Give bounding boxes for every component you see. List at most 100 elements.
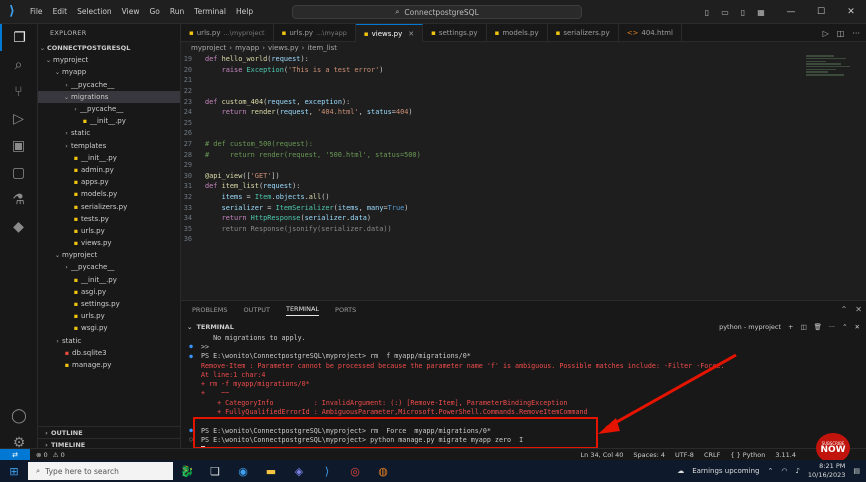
editor-tab[interactable]: ▪ models.py [487, 24, 548, 42]
menu-item-edit[interactable]: Edit [53, 7, 68, 16]
testing-icon[interactable]: ⚗ [0, 186, 37, 213]
menu-item-terminal[interactable]: Terminal [194, 7, 226, 16]
editor-tab[interactable]: ▪ settings.py [423, 24, 487, 42]
panel-tab-problems[interactable]: PROBLEMS [192, 306, 227, 314]
tree-item[interactable]: › __pycache__ [38, 261, 180, 273]
editor-tab[interactable]: ▪ serializers.py [548, 24, 619, 42]
language-mode[interactable]: { } Python [730, 451, 765, 459]
problems-indicator[interactable]: ⊗ 0 ⚠ 0 [36, 451, 65, 459]
tree-item[interactable]: ⌄ myproject [38, 249, 180, 261]
maximize-button[interactable]: ☐ [806, 7, 836, 17]
maximize-panel-icon[interactable]: ⌃ [841, 305, 848, 314]
tree-item[interactable]: ▪ wsgi.py [38, 322, 180, 334]
tree-item[interactable]: ⌄ myproject [38, 54, 180, 66]
tree-item[interactable]: › static [38, 335, 180, 347]
customize-layout-icon[interactable]: ▦ [752, 8, 770, 17]
menu-item-file[interactable]: File [30, 7, 43, 16]
chrome-icon[interactable]: ◎ [341, 460, 369, 482]
taskbar-search[interactable]: ⌕ Type here to search [28, 462, 173, 480]
clock[interactable]: 8:21 PM 10/16/2023 [808, 462, 845, 480]
tree-item[interactable]: ▪ db.sqlite3 [38, 347, 180, 359]
tree-item[interactable]: ▪ urls.py [38, 225, 180, 237]
python-version[interactable]: 3.11.4 [775, 451, 796, 459]
tree-item[interactable]: ▪ settings.py [38, 298, 180, 310]
tree-item[interactable]: ⌄ migrations [38, 90, 180, 103]
run-debug-icon[interactable]: ▷ [0, 105, 37, 132]
explorer-icon[interactable]: ❐ [0, 24, 37, 51]
tree-item[interactable]: ▪ serializers.py [38, 200, 180, 212]
tree-item[interactable]: ▪ views.py [38, 237, 180, 249]
run-python-file-icon[interactable]: ▷ [823, 29, 829, 38]
tree-item[interactable]: ▪ manage.py [38, 359, 180, 371]
tree-item[interactable]: ▪ models.py [38, 188, 180, 200]
panel-tab-output[interactable]: OUTPUT [243, 306, 270, 314]
minimize-button[interactable]: — [776, 7, 806, 17]
close-window-button[interactable]: ✕ [836, 7, 866, 17]
panel-tab-terminal[interactable]: TERMINAL [285, 305, 320, 316]
tree-item[interactable]: ▪ __init__.py [38, 115, 180, 127]
source-control-icon[interactable]: ⑂ [0, 78, 37, 105]
close-tab-icon[interactable]: ✕ [408, 30, 414, 38]
maximize-icon[interactable]: ⌃ [842, 323, 847, 331]
outline-section[interactable]: › OUTLINE [38, 426, 180, 438]
app-icon[interactable]: ◍ [369, 460, 397, 482]
toggle-secondary-sidebar-icon[interactable]: ▯ [734, 8, 752, 17]
panel-tab-ports[interactable]: PORTS [335, 306, 356, 314]
tray-chevron-icon[interactable]: ⌃ [767, 467, 773, 475]
code-editor[interactable]: 19 def hello_world(request): 20 raise Exce… [181, 54, 801, 299]
tree-item[interactable]: ⌄ myapp [38, 66, 180, 78]
close-panel-icon[interactable]: ✕ [855, 305, 862, 314]
tree-item[interactable]: ▪ admin.py [38, 164, 180, 176]
split-editor-icon[interactable]: ◫ [837, 29, 845, 38]
teams-icon[interactable]: ◈ [285, 460, 313, 482]
remote-explorer-icon[interactable]: ▢ [0, 159, 37, 186]
minimap[interactable] [806, 54, 856, 88]
tree-item[interactable]: ▪ __init__.py [38, 274, 180, 286]
more-actions-icon[interactable]: ··· [852, 29, 860, 38]
menu-item-run[interactable]: Run [170, 7, 184, 16]
tree-item[interactable]: › static [38, 127, 180, 139]
docker-icon[interactable]: ◆ [0, 213, 37, 240]
task-view-icon[interactable]: ❏ [201, 460, 229, 482]
tree-item[interactable]: ▪ apps.py [38, 176, 180, 188]
close-icon[interactable]: ✕ [855, 323, 860, 331]
menu-item-view[interactable]: View [122, 7, 140, 16]
wifi-icon[interactable]: ◠ [781, 467, 787, 475]
menu-item-help[interactable]: Help [236, 7, 253, 16]
chevron-down-icon[interactable]: ⌄ [187, 323, 192, 331]
command-center[interactable]: ⌕ ConnectpostgreSQL [292, 5, 582, 19]
end-of-line[interactable]: CRLF [704, 451, 720, 459]
cursor-position[interactable]: Ln 34, Col 40 [581, 451, 624, 459]
dragon-widget-icon[interactable]: 🐉 [173, 460, 201, 482]
toggle-panel-icon[interactable]: ▭ [716, 8, 734, 17]
new-terminal-icon[interactable]: + [788, 323, 793, 331]
notifications-icon[interactable]: ▤ [853, 467, 860, 475]
remote-indicator-icon[interactable]: ⇄ [0, 448, 30, 461]
menu-item-selection[interactable]: Selection [77, 7, 112, 16]
tree-item[interactable]: ▪ urls.py [38, 310, 180, 322]
breadcrumb-item[interactable]: myapp [235, 44, 259, 52]
breadcrumb-item[interactable]: item_list [307, 44, 337, 52]
editor-tab[interactable]: ▪ urls.py ...\myproject [181, 24, 274, 42]
tree-item[interactable]: ▪ asgi.py [38, 286, 180, 298]
accounts-icon[interactable]: ◯ [0, 402, 38, 429]
encoding[interactable]: UTF-8 [675, 451, 694, 459]
more-icon[interactable]: ··· [829, 323, 835, 331]
windows-start-icon[interactable]: ⊞ [0, 465, 28, 478]
breadcrumb-item[interactable]: views.py [268, 44, 299, 52]
weather-icon[interactable]: ☁ [677, 467, 684, 475]
editor-tab[interactable]: <> 404.html [619, 24, 682, 42]
file-explorer-icon[interactable]: ▬ [257, 460, 285, 482]
extensions-icon[interactable]: ▣ [0, 132, 37, 159]
edge-browser-icon[interactable]: ◉ [229, 460, 257, 482]
kill-terminal-icon[interactable]: 🗑 [814, 323, 822, 331]
editor-tab[interactable]: ▪ urls.py ...\myapp [274, 24, 356, 42]
tree-item[interactable]: › __pycache__ [38, 103, 180, 115]
volume-icon[interactable]: ♪ [795, 467, 799, 475]
tree-item[interactable]: › __pycache__ [38, 79, 180, 91]
weather-text[interactable]: Earnings upcoming [692, 467, 759, 475]
breadcrumb-item[interactable]: myproject [191, 44, 226, 52]
project-root[interactable]: ⌄ CONNECTPOSTGRESQL [38, 42, 180, 54]
toggle-sidebar-icon[interactable]: ▯ [698, 8, 716, 17]
split-terminal-icon[interactable]: ◫ [800, 323, 806, 331]
